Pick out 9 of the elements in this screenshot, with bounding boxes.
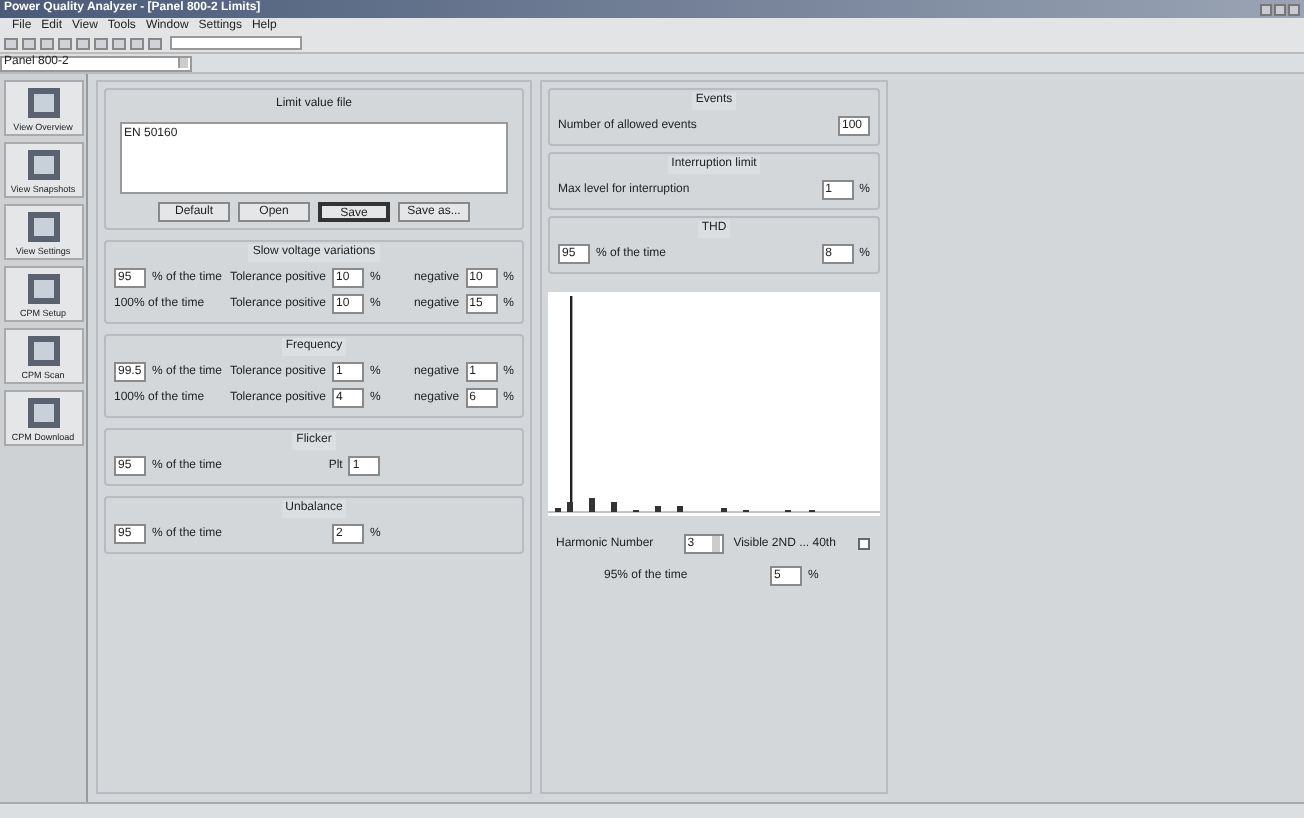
tool-icon bbox=[25, 396, 61, 430]
tool-icon bbox=[25, 272, 61, 306]
tool-icon bbox=[25, 86, 61, 120]
tool-icon bbox=[25, 148, 61, 182]
toolbar-dropdown[interactable] bbox=[170, 36, 302, 50]
checkbox[interactable] bbox=[857, 538, 870, 550]
tool-icon bbox=[25, 210, 61, 244]
caret-icon bbox=[178, 58, 188, 68]
tool-icon bbox=[25, 334, 61, 368]
